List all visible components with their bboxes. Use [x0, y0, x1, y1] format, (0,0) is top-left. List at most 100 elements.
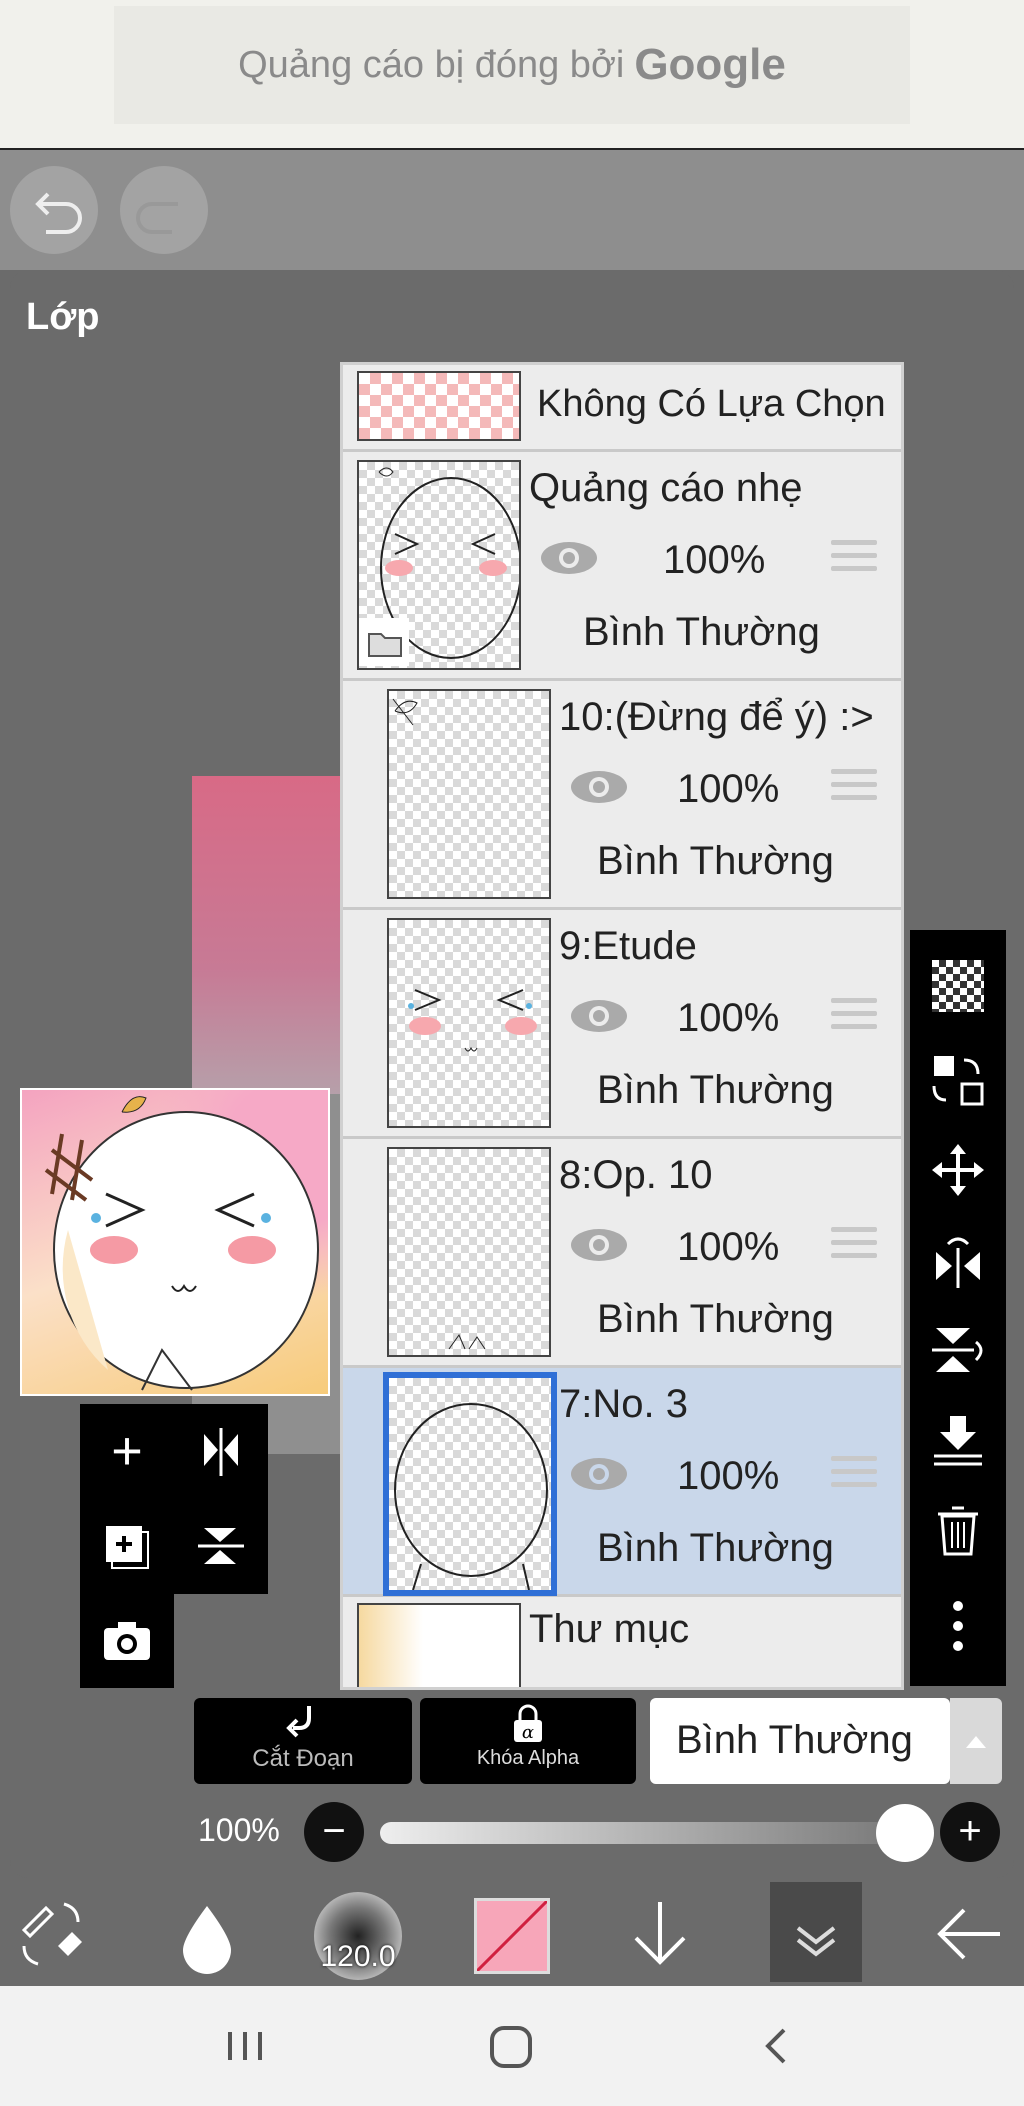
layer-name: 8:Op. 10 [559, 1153, 713, 1197]
visibility-eye-icon[interactable] [569, 1225, 629, 1265]
flip-horizontal-button[interactable] [174, 1404, 268, 1498]
collapse-panel-button[interactable] [770, 1882, 862, 1982]
undo-button[interactable] [10, 166, 98, 254]
transparent-fill-button[interactable] [910, 946, 1006, 1026]
minus-icon: − [322, 1809, 346, 1853]
layer-opacity: 100% [663, 538, 766, 582]
system-navigation-bar [0, 1986, 1024, 2106]
layer-row-selected[interactable]: 7:No. 3 100% Bình Thường [343, 1368, 901, 1597]
layer-opacity: 100% [677, 1454, 780, 1498]
move-button[interactable] [910, 1130, 1006, 1210]
camera-icon [104, 1622, 150, 1660]
more-vertical-icon [953, 1601, 963, 1651]
selection-layer-row[interactable]: Không Có Lựa Chọn [343, 365, 901, 452]
blend-mode-value: Bình Thường [676, 1718, 913, 1762]
visibility-eye-icon[interactable] [539, 538, 599, 578]
character-drawing [44, 1096, 319, 1391]
layer-name: Quảng cáo nhẹ [529, 466, 803, 510]
add-layer-button[interactable]: + [80, 1404, 174, 1498]
layer-thumbnail [387, 918, 551, 1128]
brush-eraser-toggle-button[interactable] [14, 1894, 94, 1974]
drag-handle-icon[interactable] [831, 769, 877, 805]
visibility-eye-icon[interactable] [569, 1454, 629, 1494]
layer-row-folder[interactable]: Quảng cáo nhẹ 100% Bình Thường [343, 452, 901, 681]
layer-blend-mode: Bình Thường [583, 610, 820, 654]
layer-row[interactable]: 9:Etude 100% Bình Thường [343, 910, 901, 1139]
swap-icon [932, 1056, 984, 1106]
selection-thumbnail [357, 371, 521, 441]
opacity-increase-button[interactable]: + [940, 1802, 1000, 1862]
brush-size-value: 120.0 [320, 1940, 396, 1973]
panel-title: Lớp [26, 296, 100, 338]
delete-layer-button[interactable] [910, 1490, 1006, 1570]
layer-blend-mode: Bình Thường [597, 1068, 834, 1112]
layer-name: 9:Etude [559, 924, 697, 968]
clipping-button[interactable]: Cắt Đoạn [194, 1698, 412, 1784]
flip-vertical-icon [932, 1328, 983, 1372]
recent-apps-button[interactable] [220, 2018, 270, 2074]
ad-brand: Google [634, 40, 786, 89]
drag-handle-icon[interactable] [831, 1456, 877, 1492]
add-layer-copy-button[interactable] [80, 1498, 174, 1592]
layer-thumbnail-art [408, 989, 537, 1052]
folder-icon [359, 618, 409, 666]
drag-handle-icon[interactable] [831, 1227, 877, 1263]
flip-vertical-button[interactable] [174, 1498, 268, 1592]
opacity-label: 100% [198, 1812, 280, 1848]
layer-thumbnail [357, 1603, 521, 1687]
visibility-eye-icon[interactable] [569, 996, 629, 1036]
canvas-preview[interactable] [20, 1088, 330, 1396]
opacity-slider-knob[interactable] [876, 1804, 934, 1862]
flip-vertical-button[interactable] [910, 1310, 1006, 1390]
recent-apps-icon [228, 2032, 262, 2060]
alpha-lock-label: Khóa Alpha [476, 1747, 580, 1769]
arrow-left-icon [937, 1908, 1000, 1960]
add-copy-icon [106, 1526, 149, 1569]
layer-row[interactable]: 8:Op. 10 100% Bình Thường [343, 1139, 901, 1368]
checker-icon [932, 960, 984, 1012]
canvas-artwork [192, 776, 342, 1096]
alpha-lock-button[interactable]: α Khóa Alpha [420, 1698, 636, 1784]
redo-button[interactable] [120, 166, 208, 254]
layer-name: 10:(Đừng để ý) :> [559, 695, 874, 739]
brush-size-button[interactable]: 120.0 [314, 1892, 402, 1980]
system-back-button[interactable] [752, 2016, 802, 2076]
layer-thumbnail [387, 1147, 551, 1357]
arrow-down-icon [634, 1902, 686, 1965]
layer-opacity: 100% [677, 767, 780, 811]
svg-text:α: α [522, 1722, 534, 1743]
opacity-slider[interactable] [380, 1822, 910, 1844]
plus-icon: + [958, 1809, 982, 1853]
plus-icon: + [111, 1421, 143, 1481]
layer-down-button[interactable] [620, 1894, 700, 1974]
lock-icon: α [514, 1704, 542, 1743]
blend-mode-dropdown-button[interactable] [950, 1698, 1002, 1784]
camera-button[interactable] [80, 1594, 174, 1688]
layer-thumbnail-art [448, 1333, 486, 1350]
blur-tool-button[interactable] [170, 1894, 244, 1974]
clip-label: Cắt Đoạn [252, 1745, 354, 1772]
blend-mode-select[interactable]: Bình Thường [650, 1698, 950, 1784]
redo-icon [136, 202, 178, 234]
more-options-button[interactable] [910, 1586, 1006, 1666]
ad-banner: Quảng cáo bị đóng bởi Google [0, 0, 1024, 150]
back-button[interactable] [928, 1894, 1008, 1974]
move-icon [932, 1144, 984, 1196]
layer-row[interactable]: 10:(Đừng để ý) :> 100% Bình Thường [343, 681, 901, 910]
layer-blend-mode: Bình Thường [597, 1526, 834, 1570]
flip-horizontal-button[interactable] [910, 1220, 1006, 1300]
opacity-decrease-button[interactable]: − [304, 1802, 364, 1862]
merge-down-button[interactable] [910, 1400, 1006, 1480]
drag-handle-icon[interactable] [831, 540, 877, 576]
home-button[interactable] [484, 2016, 540, 2076]
swap-layer-button[interactable] [910, 1040, 1006, 1120]
drag-handle-icon[interactable] [831, 998, 877, 1034]
layer-tools-sidebar [910, 930, 1006, 1686]
layer-thumbnail [383, 1372, 557, 1596]
layer-thumbnail [357, 460, 522, 670]
layer-thumbnail [387, 689, 551, 899]
color-swatch-button[interactable] [474, 1898, 550, 1974]
flip-vertical-icon [198, 1528, 244, 1564]
layer-row-folder[interactable]: Thư mục [343, 1597, 901, 1687]
visibility-eye-icon[interactable] [569, 767, 629, 807]
